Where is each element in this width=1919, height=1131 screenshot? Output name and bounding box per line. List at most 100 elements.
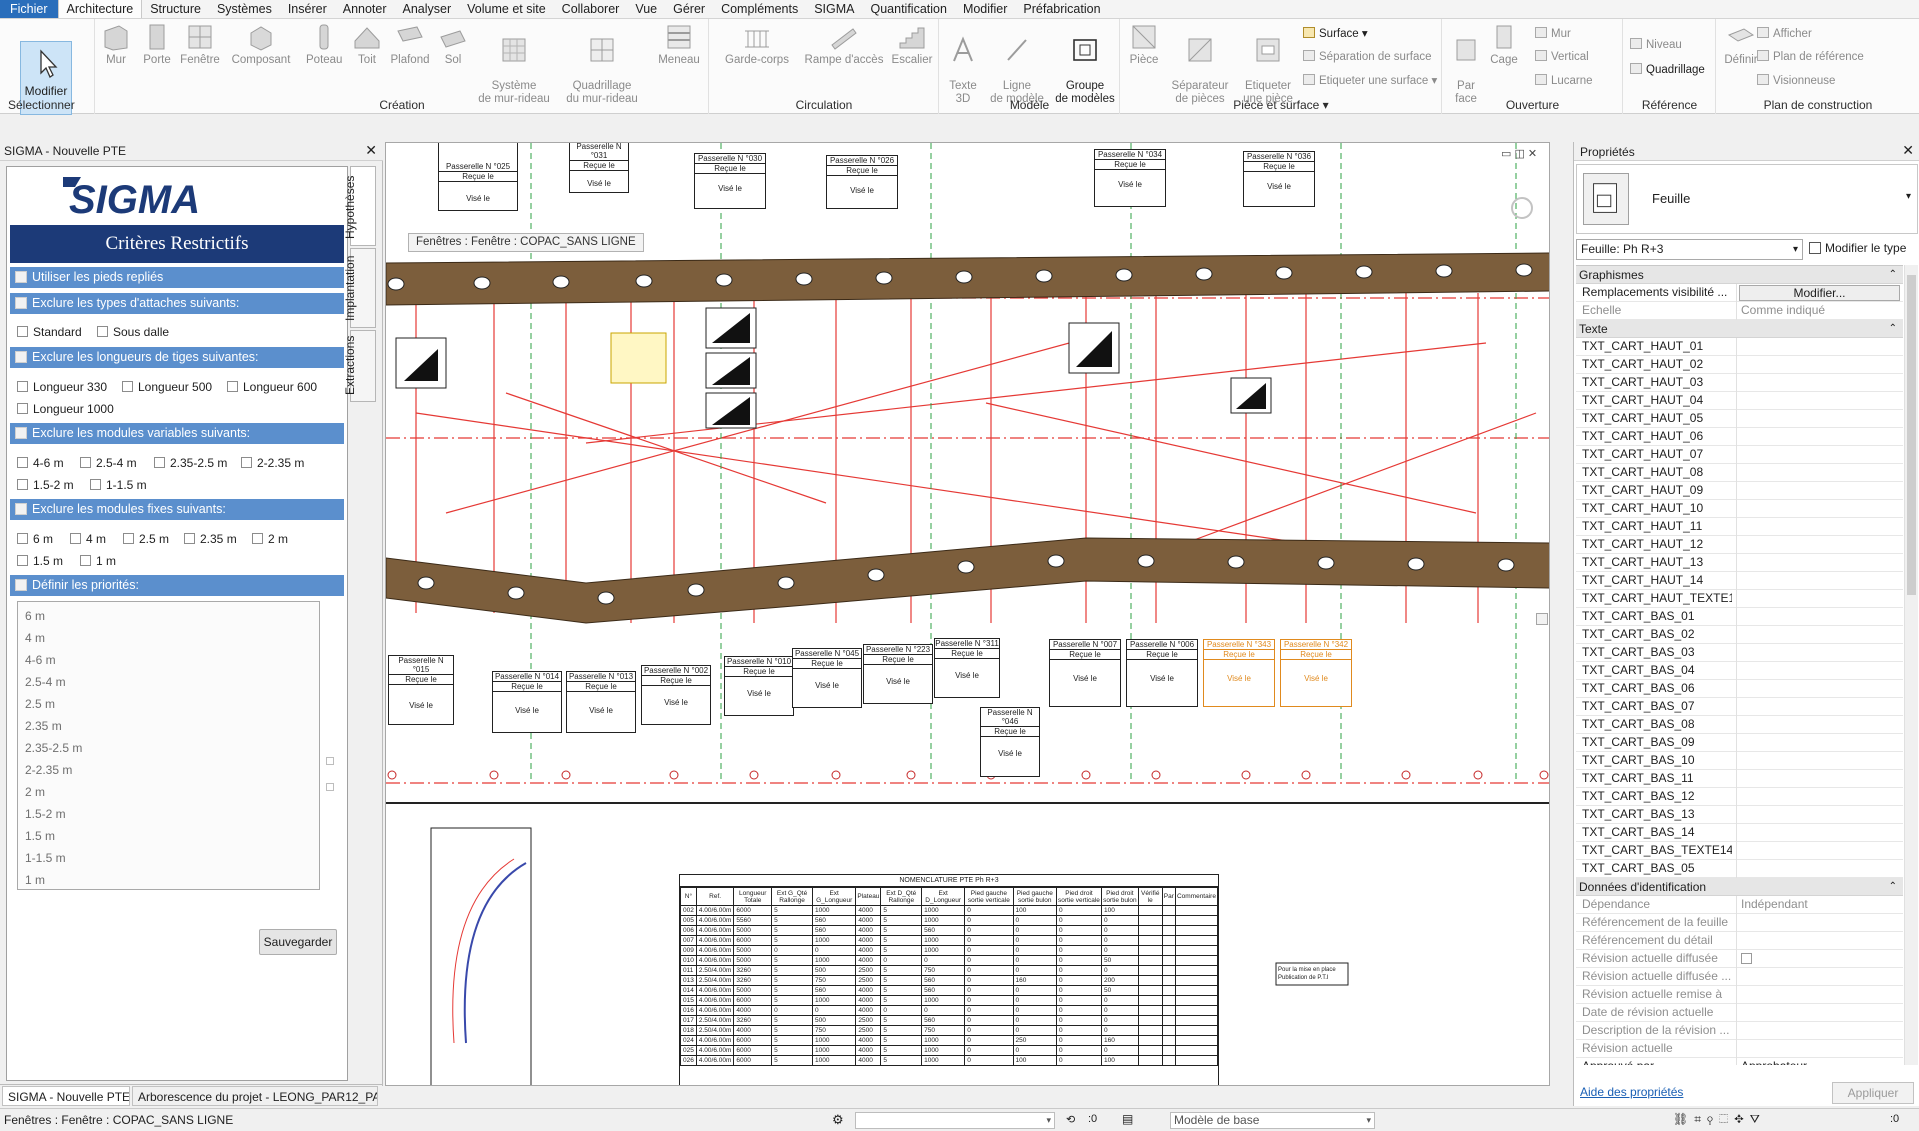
rod-500-option[interactable]: Longueur 500 bbox=[122, 380, 212, 394]
select-group-title[interactable]: Sélectionner bbox=[0, 98, 94, 112]
prop-value[interactable] bbox=[1736, 1022, 1902, 1040]
var-2.35-2.5-option[interactable]: 2.35-2.5 m bbox=[154, 456, 227, 470]
category-graphics[interactable]: Graphismes ⌃ bbox=[1576, 266, 1903, 284]
schedule-table[interactable]: NOMENCLATURE PTE Ph R+3 N° Ref. Longueur T… bbox=[679, 874, 1219, 1085]
table-row[interactable]: 005 4.00/6.00m 5560 5 560 4000 5 1000 0 0 0 0 bbox=[680, 915, 1219, 926]
chevron-down-icon[interactable]: ▾ bbox=[1906, 191, 1911, 202]
prop-value-field[interactable] bbox=[1736, 734, 1902, 752]
footbridge-box[interactable]: Passerelle N °030 Reçue le Visé le bbox=[694, 153, 766, 209]
var-2.5-4-option[interactable]: 2.5-4 m bbox=[80, 456, 137, 470]
curtain-system-button[interactable]: Système de mur-rideau bbox=[474, 23, 554, 106]
wall-opening-button[interactable]: Mur bbox=[1535, 27, 1571, 41]
list-item[interactable]: 4-6 m bbox=[25, 653, 56, 667]
footbridge-box[interactable]: Passerelle N °026 Reçue le Visé le bbox=[826, 155, 898, 209]
collapse-icon[interactable]: ⌃ bbox=[1889, 878, 1897, 896]
table-row[interactable]: 017 2.50/4.00m 3260 5 500 2500 5 560 0 0 0 0 bbox=[680, 1015, 1219, 1026]
door-button[interactable]: Porte bbox=[140, 23, 174, 67]
steering-wheel-icon[interactable] bbox=[1511, 197, 1533, 219]
tab-insert[interactable]: Insérer bbox=[280, 0, 335, 18]
table-row[interactable]: 025 4.00/6.00m 6000 5 1000 4000 5 1000 0 0 0 0 bbox=[680, 1045, 1219, 1056]
footbridge-box[interactable]: Passerelle N °007 Reçue le Visé le bbox=[1049, 639, 1121, 707]
drag-select-icon[interactable]: ✥ bbox=[1734, 1112, 1749, 1126]
viewer-button[interactable]: Visionneuse bbox=[1757, 74, 1835, 88]
attach-standard-option[interactable]: Standard bbox=[17, 325, 82, 339]
rods-section[interactable]: Exclure les longueurs de tiges suivantes… bbox=[10, 347, 344, 368]
rod-1000-option[interactable]: Longueur 1000 bbox=[17, 402, 114, 416]
file-menu[interactable]: Fichier bbox=[0, 0, 58, 18]
tab-structure[interactable]: Structure bbox=[142, 0, 209, 18]
prop-value-field[interactable] bbox=[1736, 410, 1902, 428]
table-row[interactable]: 007 4.00/6.00m 6000 5 1000 4000 5 1000 0 0 0 0 bbox=[680, 935, 1219, 946]
table-row[interactable]: 016 4.00/6.00m 4000 0 0 4000 0 0 0 0 0 0 bbox=[680, 1005, 1219, 1016]
collapse-icon[interactable]: ⌃ bbox=[1889, 266, 1897, 284]
fix-1-checkbox[interactable] bbox=[80, 555, 91, 566]
list-item[interactable]: 2-2.35 m bbox=[25, 763, 72, 777]
list-item[interactable]: 4 m bbox=[25, 631, 45, 645]
footbridge-box[interactable]: Passerelle N °045 Reçue le Visé le bbox=[792, 648, 862, 708]
tab-sigma[interactable]: SIGMA bbox=[806, 0, 862, 18]
room-separator-button[interactable]: Séparateur de pièces bbox=[1167, 23, 1233, 106]
prop-value[interactable] bbox=[1736, 914, 1902, 932]
footbridge-box[interactable]: Passerelle N °036 Reçue le Visé le bbox=[1243, 151, 1315, 207]
tag-room-button[interactable]: Etiqueter une pièce bbox=[1235, 23, 1301, 106]
move-down-handle[interactable] bbox=[326, 783, 334, 791]
design-option-select[interactable]: Modèle de base ▾ bbox=[1170, 1112, 1375, 1129]
fix-2.5-checkbox[interactable] bbox=[123, 533, 134, 544]
shaft-button[interactable]: Cage bbox=[1487, 23, 1521, 67]
attach-checkbox[interactable] bbox=[15, 297, 27, 309]
roof-button[interactable]: Toit bbox=[352, 23, 382, 67]
grid-button[interactable]: Quadrillage bbox=[1630, 63, 1705, 77]
fix-2.5-option[interactable]: 2.5 m bbox=[123, 532, 169, 546]
tag-area-button[interactable]: Etiqueter une surface ▾ bbox=[1303, 74, 1437, 88]
footbridge-box[interactable]: Passerelle N °002 Reçue le Visé le bbox=[641, 665, 711, 725]
instance-selector[interactable]: Feuille: Ph R+3 ▾ bbox=[1576, 239, 1803, 260]
drawing-view[interactable]: Passerelle N °025 Reçue le Visé le Passere… bbox=[385, 142, 1550, 1086]
list-item[interactable]: 2.5-4 m bbox=[25, 675, 66, 689]
ref-plane-button[interactable]: Plan de référence bbox=[1757, 50, 1864, 64]
table-row[interactable]: 011 2.50/4.00m 3260 5 500 2500 5 750 0 0 0 0 bbox=[680, 965, 1219, 976]
footbridge-box[interactable]: Passerelle N °034 Reçue le Visé le bbox=[1094, 149, 1166, 207]
fixed-modules-checkbox[interactable] bbox=[15, 503, 27, 515]
prop-value-field[interactable] bbox=[1736, 482, 1902, 500]
attach-underslab-option[interactable]: Sous dalle bbox=[97, 325, 169, 339]
tab-analyze[interactable]: Analyser bbox=[395, 0, 460, 18]
type-selector[interactable]: Feuille ▾ bbox=[1576, 164, 1918, 234]
table-row[interactable]: 013 2.50/4.00m 3260 5 750 2500 5 560 0 160 0 200 bbox=[680, 975, 1219, 986]
workset-select[interactable]: ▾ bbox=[855, 1112, 1055, 1129]
room-button[interactable]: Pièce bbox=[1125, 23, 1163, 67]
set-workplane-button[interactable]: Définir bbox=[1721, 23, 1761, 67]
variable-modules-section[interactable]: Exclure les modules variables suivants: bbox=[10, 423, 344, 444]
prop-value-field[interactable] bbox=[1736, 608, 1902, 626]
footbridge-box[interactable]: Passerelle N °025 Reçue le Visé le bbox=[438, 143, 518, 211]
tab-collaborate[interactable]: Collaborer bbox=[554, 0, 628, 18]
fix-1.5-option[interactable]: 1.5 m bbox=[17, 554, 63, 568]
component-button[interactable]: Composant bbox=[230, 23, 292, 67]
var-1-1.5-option[interactable]: 1-1.5 m bbox=[90, 478, 147, 492]
properties-help-link[interactable]: Aide des propriétés bbox=[1580, 1085, 1683, 1099]
tab-architecture[interactable]: Architecture bbox=[57, 0, 143, 18]
filter-icon[interactable]: ⛛ bbox=[1750, 1112, 1766, 1126]
prop-value[interactable]: Approbateur bbox=[1736, 1058, 1902, 1065]
area-button[interactable]: Surface ▾ bbox=[1303, 27, 1368, 41]
var-1-1.5-checkbox[interactable] bbox=[90, 479, 101, 490]
tab-project-browser[interactable]: Arborescence du projet - LEONG_PAR12_PAS… bbox=[132, 1086, 378, 1106]
priority-list[interactable]: 6 m 4 m 4-6 m 2.5-4 m 2.5 m 2.35 m 2.35-… bbox=[17, 601, 320, 890]
table-row[interactable]: 010 4.00/6.00m 5000 5 1000 4000 0 0 0 0 0 50 bbox=[680, 955, 1219, 966]
show-workplane-button[interactable]: Afficher bbox=[1757, 27, 1812, 41]
prop-value-field[interactable] bbox=[1736, 500, 1902, 518]
collapse-icon[interactable]: ⌃ bbox=[1889, 320, 1897, 338]
prop-value-field[interactable] bbox=[1736, 788, 1902, 806]
rod-1000-checkbox[interactable] bbox=[17, 403, 28, 414]
dormer-button[interactable]: Lucarne bbox=[1535, 74, 1593, 88]
var-4-6-checkbox[interactable] bbox=[17, 457, 28, 468]
wall-button[interactable]: Mur bbox=[100, 23, 132, 67]
face-select-icon[interactable]: ⬚ bbox=[1719, 1112, 1734, 1126]
prop-value-field[interactable] bbox=[1736, 590, 1902, 608]
footbridge-box[interactable]: Passerelle N °006 Reçue le Visé le bbox=[1126, 639, 1198, 707]
prop-value[interactable] bbox=[1736, 986, 1902, 1004]
prop-value-field[interactable] bbox=[1736, 770, 1902, 788]
model-line-button[interactable]: Ligne de modèle bbox=[986, 23, 1048, 106]
tab-hypotheses[interactable]: Hypothèses bbox=[343, 166, 376, 246]
footbridge-box[interactable]: Passerelle N °010 Reçue le Visé le bbox=[724, 656, 794, 716]
prop-value-field[interactable] bbox=[1736, 626, 1902, 644]
